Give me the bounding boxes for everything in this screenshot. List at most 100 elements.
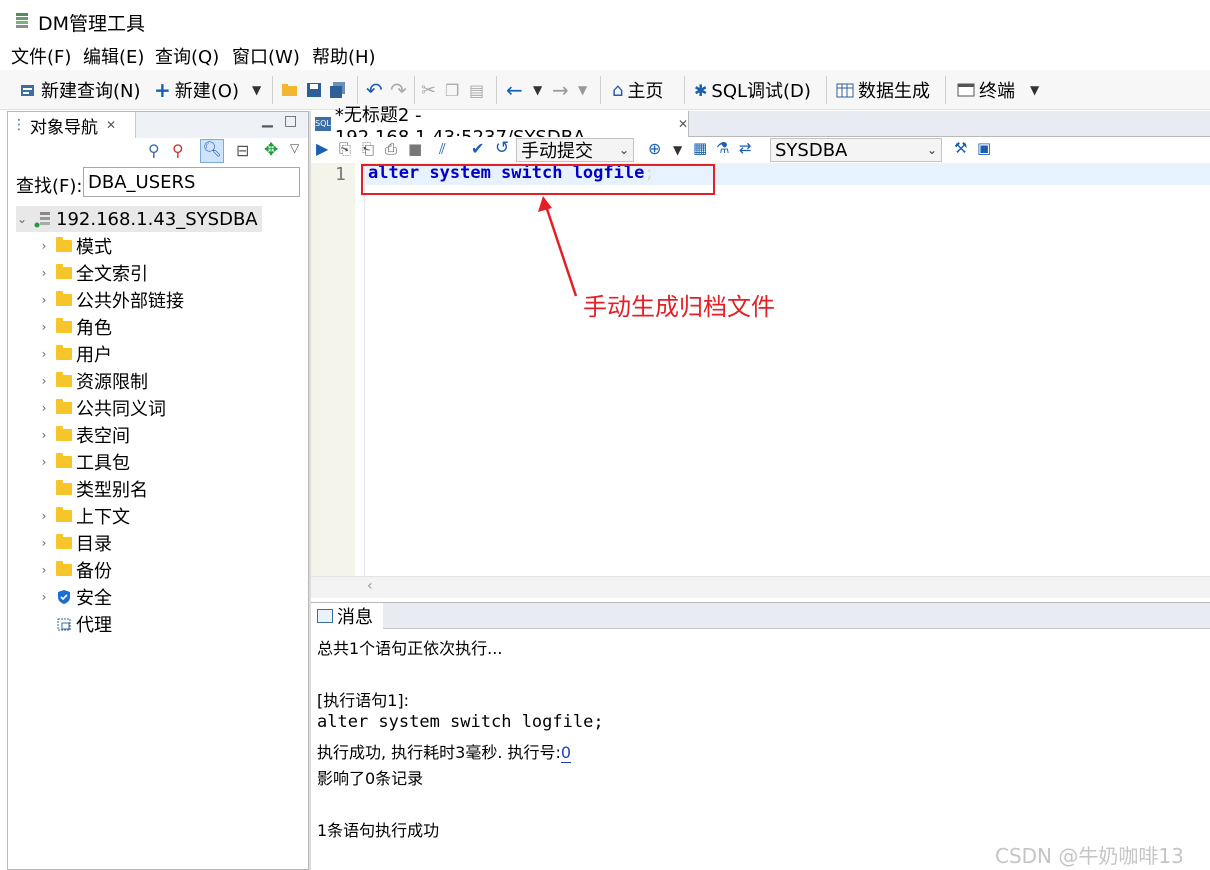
chevron-right-icon[interactable]: › bbox=[38, 563, 50, 577]
menu-file[interactable]: 文件(F) bbox=[11, 43, 71, 69]
terminal-dropdown[interactable]: ▼ bbox=[1030, 77, 1039, 103]
search-input[interactable] bbox=[83, 167, 300, 197]
annotation-text: 手动生成归档文件 bbox=[583, 293, 775, 321]
tree-item-type-aliases[interactable]: 类型别名 bbox=[38, 476, 148, 502]
schema-select[interactable]: SYSDBA ⌄ bbox=[770, 138, 942, 162]
chevron-right-icon[interactable]: › bbox=[38, 347, 50, 361]
tree-item-users[interactable]: › 用户 bbox=[38, 341, 112, 367]
commit-mode-select[interactable]: 手动提交 ⌄ bbox=[516, 138, 634, 162]
cut-button[interactable]: ✂ bbox=[421, 77, 436, 103]
folder-icon bbox=[56, 345, 72, 360]
target-icon[interactable]: ⊕ bbox=[648, 139, 661, 158]
menu-query[interactable]: 查询(Q) bbox=[155, 43, 219, 69]
undo-button[interactable]: ↶ bbox=[366, 77, 383, 103]
undo-icon: ↶ bbox=[366, 78, 383, 102]
tree-item-backup[interactable]: › 备份 bbox=[38, 557, 112, 583]
messages-tab[interactable]: 消息 bbox=[311, 603, 383, 629]
format-icon[interactable]: ⚗ bbox=[716, 139, 729, 157]
wand-icon[interactable]: ⚒ bbox=[954, 139, 967, 157]
messages-tab-row: 消息 bbox=[311, 603, 1210, 629]
sql-editor[interactable]: 1 alter system switch logfile; bbox=[311, 163, 1210, 576]
menu-help[interactable]: 帮助(H) bbox=[312, 43, 376, 69]
caret-down-icon[interactable]: ▼ bbox=[673, 143, 682, 157]
tree-item-schema[interactable]: › 模式 bbox=[38, 233, 112, 259]
stop-icon[interactable]: ■ bbox=[408, 140, 422, 158]
back-dropdown[interactable]: ▼ bbox=[533, 77, 542, 103]
tree-item-public-external-link[interactable]: › 公共外部链接 bbox=[38, 287, 184, 313]
table-grid-icon bbox=[836, 81, 854, 99]
folder-icon bbox=[56, 372, 72, 387]
chevron-right-icon[interactable]: › bbox=[38, 401, 50, 415]
minimize-icon[interactable]: ▁ bbox=[262, 112, 273, 128]
paste-button[interactable]: ▤ bbox=[469, 77, 484, 103]
compare-icon[interactable]: ⇄ bbox=[739, 139, 752, 157]
navigator-tab[interactable]: ⋮ 对象导航 ✕ bbox=[8, 112, 136, 138]
execute-icon[interactable]: ▶ bbox=[316, 139, 328, 158]
sync-icon[interactable]: ✥ bbox=[264, 140, 278, 160]
chevron-down-icon: ⌄ bbox=[618, 143, 629, 157]
caret-down-icon: ▼ bbox=[1030, 83, 1040, 97]
chevron-right-icon[interactable]: › bbox=[38, 428, 50, 442]
chevron-right-icon[interactable]: › bbox=[38, 266, 50, 280]
settings-panel-icon[interactable]: ▣ bbox=[977, 139, 991, 157]
chevron-down-icon[interactable]: ⌄ bbox=[16, 212, 28, 226]
explain-icon[interactable]: ⎗ bbox=[362, 140, 374, 158]
rollback-icon[interactable]: ↺ bbox=[495, 138, 509, 158]
tree-item-security[interactable]: › 安全 bbox=[38, 584, 112, 610]
save-all-button[interactable] bbox=[329, 77, 347, 103]
connect-icon[interactable]: ⚲ bbox=[148, 141, 160, 160]
close-icon[interactable]: ✕ bbox=[106, 118, 116, 132]
scroll-left-icon[interactable]: ‹ bbox=[367, 578, 373, 594]
commit-check-icon[interactable]: ✔ bbox=[471, 139, 484, 158]
statistics-icon[interactable]: ⫽ bbox=[439, 140, 446, 158]
tree-item-directories[interactable]: › 目录 bbox=[38, 530, 112, 556]
new-dropdown-arrow[interactable]: ▼ bbox=[252, 77, 261, 103]
open-button[interactable] bbox=[281, 77, 299, 103]
close-icon[interactable]: ✕ bbox=[678, 117, 688, 131]
menu-window[interactable]: 窗口(W) bbox=[232, 43, 300, 69]
sql-debug-button[interactable]: ✱ SQL调试(D) bbox=[694, 77, 811, 103]
tree-item-roles[interactable]: › 角色 bbox=[38, 314, 112, 340]
tree-item-resource-limits[interactable]: › 资源限制 bbox=[38, 368, 148, 394]
maximize-icon[interactable]: □ bbox=[284, 113, 297, 129]
execute-script-icon[interactable]: ⎘ bbox=[339, 140, 351, 158]
export-icon[interactable]: ⎙ bbox=[385, 140, 397, 158]
chevron-right-icon[interactable]: › bbox=[38, 239, 50, 253]
chevron-right-icon[interactable]: › bbox=[38, 536, 50, 550]
tree-item-fulltext-index[interactable]: › 全文索引 bbox=[38, 260, 148, 286]
home-button[interactable]: ⌂ 主页 bbox=[612, 77, 663, 103]
agent-icon bbox=[56, 616, 72, 632]
menu-edit[interactable]: 编辑(E) bbox=[83, 43, 144, 69]
redo-button[interactable]: ↷ bbox=[390, 77, 407, 103]
tree-item-public-synonyms[interactable]: › 公共同义词 bbox=[38, 395, 166, 421]
chevron-right-icon[interactable]: › bbox=[38, 374, 50, 388]
chevron-right-icon[interactable]: › bbox=[38, 455, 50, 469]
paste-icon: ▤ bbox=[469, 80, 485, 100]
chevron-right-icon[interactable]: › bbox=[38, 293, 50, 307]
calendar-icon[interactable]: ▦ bbox=[693, 139, 707, 157]
chevron-right-icon[interactable]: › bbox=[38, 509, 50, 523]
collapse-all-icon[interactable]: ⊟ bbox=[236, 141, 249, 160]
tree-item-packages[interactable]: › 工具包 bbox=[38, 449, 130, 475]
execution-id-link[interactable]: 0 bbox=[560, 743, 572, 763]
forward-dropdown[interactable]: ▼ bbox=[578, 77, 587, 103]
new-button[interactable]: + 新建(O) bbox=[154, 77, 239, 103]
data-generation-button[interactable]: 数据生成 bbox=[836, 77, 930, 103]
editor-tab[interactable]: SQL *无标题2 - 192.168.1.43:5237/SYSDBA ✕ bbox=[311, 105, 689, 148]
horizontal-scrollbar[interactable]: ‹ bbox=[311, 576, 1210, 598]
copy-button[interactable]: ❐ bbox=[445, 77, 459, 103]
chevron-right-icon[interactable]: › bbox=[38, 320, 50, 334]
disconnect-icon[interactable]: ⚲ bbox=[172, 141, 184, 160]
terminal-button[interactable]: 终端 bbox=[957, 77, 1015, 103]
tree-item-agent[interactable]: 代理 bbox=[38, 611, 112, 637]
save-button[interactable] bbox=[305, 77, 323, 103]
new-query-button[interactable]: 新建查询(N) bbox=[19, 77, 141, 103]
chevron-right-icon[interactable]: › bbox=[38, 590, 50, 604]
search-icon[interactable]: 🔍︎ bbox=[200, 139, 224, 163]
tree-item-context[interactable]: › 上下文 bbox=[38, 503, 130, 529]
tree-root-connection[interactable]: ⌄ 192.168.1.43_SYSDBA bbox=[16, 206, 262, 232]
tree-item-tablespaces[interactable]: › 表空间 bbox=[38, 422, 130, 448]
view-menu-icon[interactable]: ▽ bbox=[290, 141, 299, 155]
back-button[interactable]: ← bbox=[506, 77, 523, 103]
forward-button[interactable]: → bbox=[552, 77, 569, 103]
